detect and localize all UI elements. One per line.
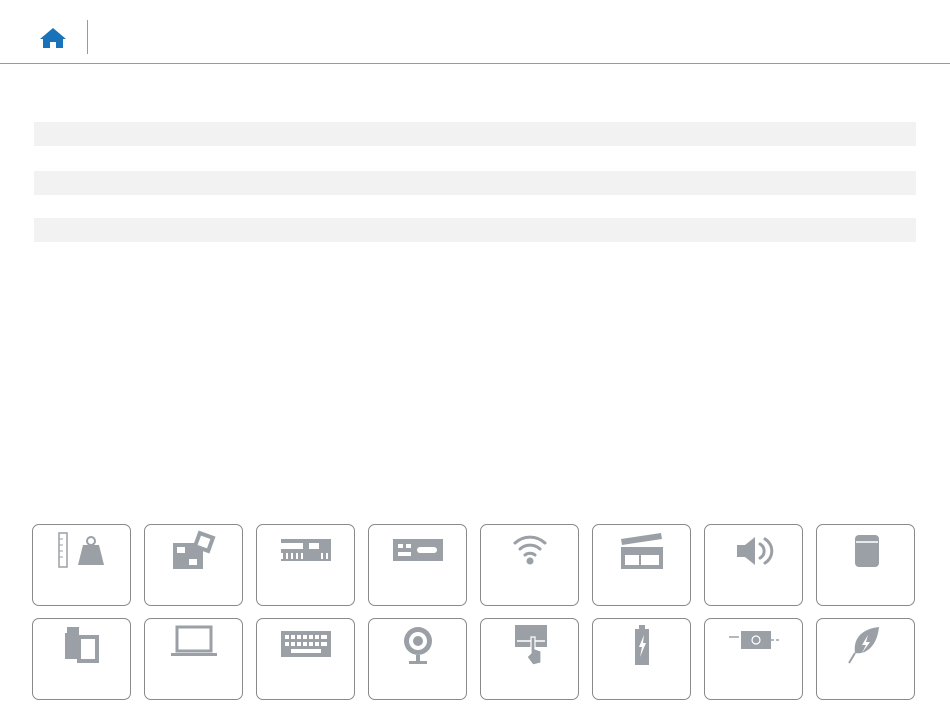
storage-drive-icon xyxy=(855,535,879,567)
keyboard-icon xyxy=(281,631,331,657)
camera-icon xyxy=(404,627,432,664)
display-laptop-icon xyxy=(171,625,217,656)
tile-media-card[interactable] xyxy=(32,618,131,700)
ports-icon xyxy=(393,539,443,561)
info-row-3 xyxy=(34,218,916,242)
tile-storage[interactable] xyxy=(816,524,915,606)
tile-media[interactable] xyxy=(592,524,691,606)
tile-audio[interactable] xyxy=(704,524,803,606)
info-row-2 xyxy=(34,171,916,195)
tile-display[interactable] xyxy=(144,618,243,700)
tile-wifi[interactable] xyxy=(480,524,579,606)
tile-ports[interactable] xyxy=(368,524,467,606)
tile-keyboard[interactable] xyxy=(256,618,355,700)
top-bar xyxy=(0,0,950,64)
environmental-leaf-icon xyxy=(848,627,879,664)
home-icon xyxy=(40,28,66,48)
speaker-icon xyxy=(737,537,774,565)
tile-memory[interactable] xyxy=(256,524,355,606)
tile-battery[interactable] xyxy=(592,618,691,700)
power-adapter-icon xyxy=(729,631,779,649)
tile-power-adapter[interactable] xyxy=(704,618,803,700)
tile-weight-dimensions[interactable] xyxy=(32,524,131,606)
tile-system-board[interactable] xyxy=(144,524,243,606)
touchpad-icon xyxy=(515,625,547,666)
tile-environmental[interactable] xyxy=(816,618,915,700)
header-divider xyxy=(87,20,88,54)
system-board-icon xyxy=(173,530,216,569)
weight-dimensions-icon xyxy=(58,532,104,568)
media-clapper-icon xyxy=(621,533,663,569)
media-card-icon xyxy=(65,627,99,663)
battery-icon xyxy=(635,625,649,665)
info-row-1 xyxy=(34,122,916,146)
wifi-icon xyxy=(513,535,547,565)
memory-icon xyxy=(281,539,331,561)
tile-touchpad[interactable] xyxy=(480,618,579,700)
home-button[interactable] xyxy=(38,26,68,50)
tile-camera[interactable] xyxy=(368,618,467,700)
